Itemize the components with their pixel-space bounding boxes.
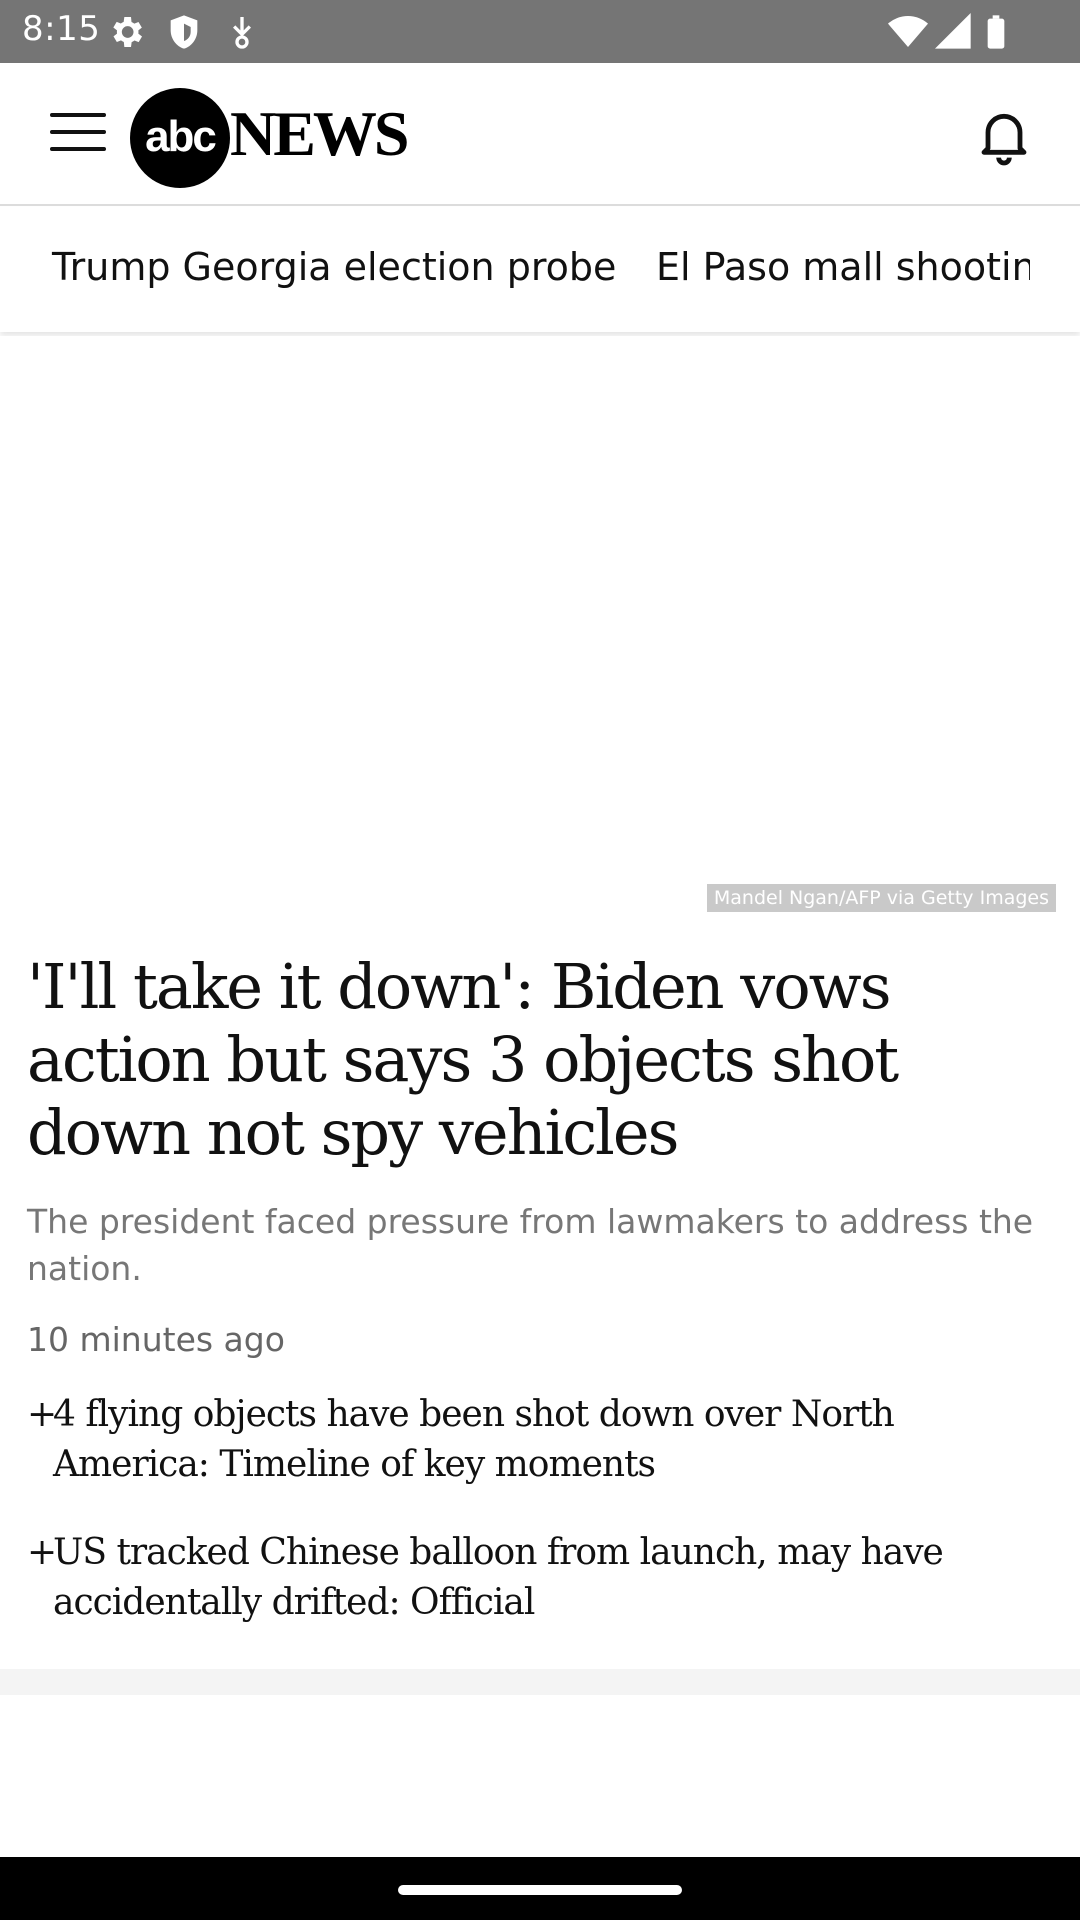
- wifi-icon: [888, 12, 928, 52]
- shield-icon: [164, 12, 204, 52]
- signal-icon: [934, 12, 974, 52]
- article-summary: The president faced pressure from lawmak…: [27, 1202, 1034, 1288]
- related-story-link[interactable]: + 4 flying objects have been shot down o…: [27, 1390, 1057, 1490]
- app-header: abc NEWS: [0, 63, 1080, 206]
- related-story-link[interactable]: + US tracked Chinese balloon from launch…: [27, 1528, 1057, 1628]
- gear-icon: [106, 12, 146, 52]
- logo-text: NEWS: [230, 98, 409, 169]
- plus-icon: +: [27, 1394, 57, 1435]
- abc-news-logo[interactable]: abc NEWS: [130, 88, 430, 192]
- menu-icon[interactable]: [50, 113, 106, 157]
- image-credit: Mandel Ngan/AFP via Getty Images: [706, 884, 1056, 912]
- system-nav-bar: [0, 1857, 1080, 1920]
- related-story-title: 4 flying objects have been shot down ove…: [53, 1394, 895, 1485]
- related-story-title: US tracked Chinese balloon from launch, …: [53, 1532, 944, 1623]
- status-bar: 8:15: [0, 0, 1080, 63]
- plus-icon: +: [27, 1532, 57, 1573]
- logo-mark: abc: [130, 88, 230, 188]
- topic-strip: Trump Georgia election probe El Paso mal…: [0, 207, 1080, 332]
- download-icon: [222, 12, 262, 52]
- notifications-bell-icon[interactable]: [972, 103, 1036, 167]
- section-divider: [0, 1669, 1080, 1695]
- hero-image[interactable]: [0, 336, 1080, 916]
- battery-icon: [976, 12, 1016, 52]
- topic-chip-el-paso[interactable]: El Paso mall shooting: [656, 245, 1030, 289]
- status-time: 8:15: [22, 9, 101, 49]
- home-gesture-handle[interactable]: [398, 1885, 682, 1895]
- topic-chip-trump-georgia[interactable]: Trump Georgia election probe: [52, 245, 616, 289]
- article-headline[interactable]: 'I'll take it down': Biden vows action b…: [27, 950, 1057, 1169]
- article-timestamp: 10 minutes ago: [27, 1320, 285, 1359]
